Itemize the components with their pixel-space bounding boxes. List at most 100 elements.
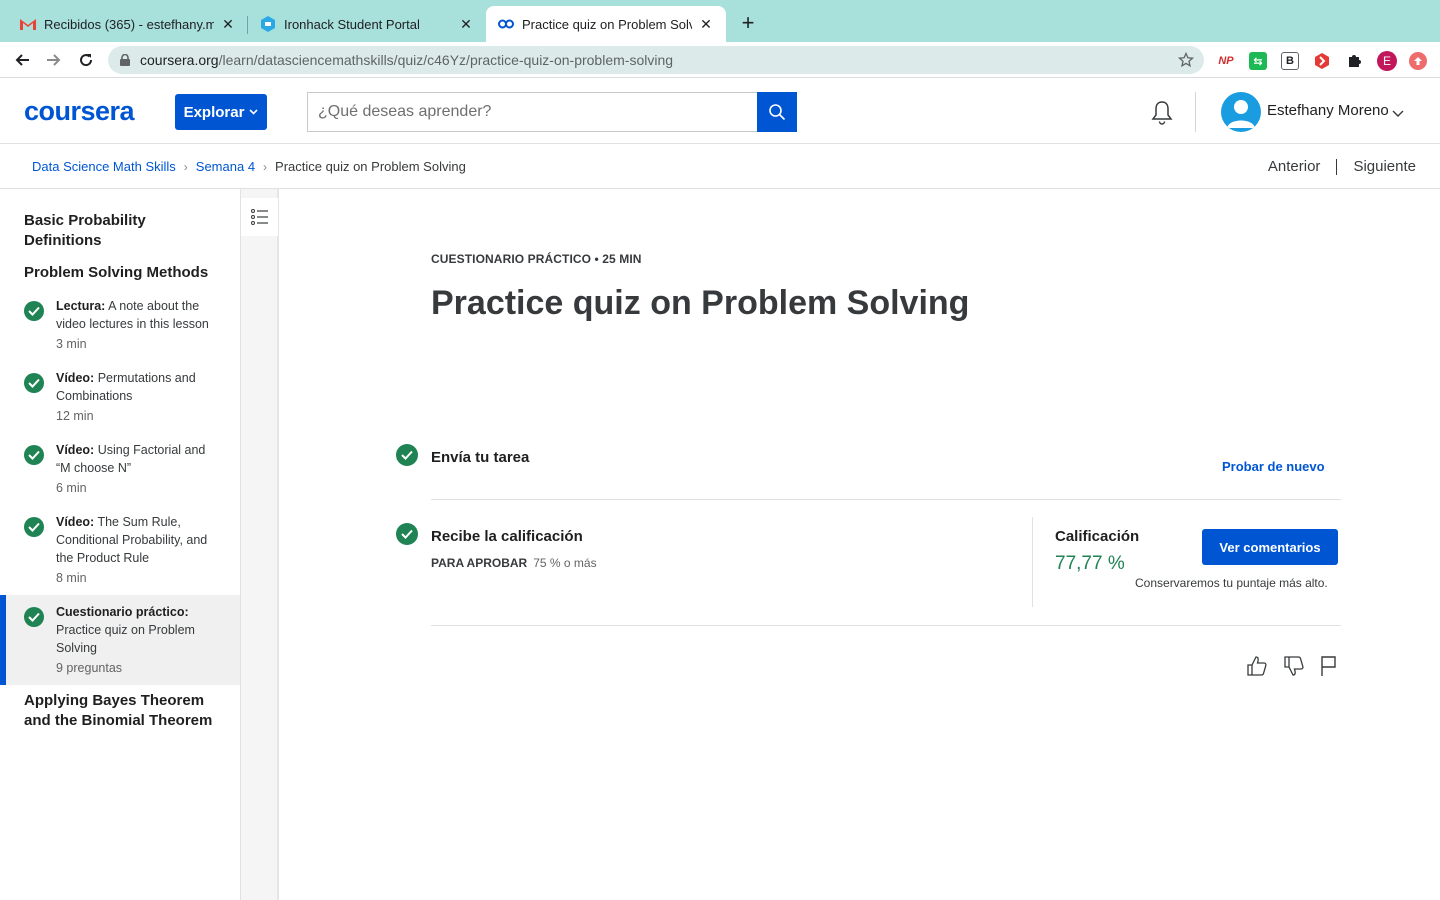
divider bbox=[431, 625, 1341, 626]
update-icon[interactable] bbox=[1409, 52, 1427, 70]
item-duration: 12 min bbox=[56, 409, 94, 423]
check-circle-icon bbox=[24, 445, 44, 465]
extensions-puzzle-icon[interactable] bbox=[1345, 52, 1363, 70]
pass-value: 75 % o más bbox=[533, 556, 597, 570]
extension-b-icon[interactable]: B bbox=[1281, 52, 1299, 70]
header-divider bbox=[1195, 92, 1196, 132]
breadcrumb-current: Practice quiz on Problem Solving bbox=[275, 159, 466, 174]
search-input[interactable]: ¿Qué deseas aprender? bbox=[307, 92, 758, 132]
user-avatar[interactable] bbox=[1221, 92, 1261, 132]
sidebar-section-bayes[interactable]: Applying Bayes Theorem and the Binomial … bbox=[24, 691, 224, 731]
chevron-right-icon: › bbox=[263, 159, 268, 174]
extension-red-icon[interactable] bbox=[1313, 52, 1331, 70]
item-title: Practice quiz on Problem Solving bbox=[56, 623, 195, 655]
profile-avatar-icon[interactable]: E bbox=[1377, 51, 1397, 71]
gmail-icon bbox=[20, 16, 36, 32]
sidebar-rail bbox=[241, 189, 279, 900]
address-bar[interactable]: coursera.org/learn/datasciencemathskills… bbox=[108, 46, 1204, 74]
item-type: Vídeo: bbox=[56, 371, 95, 385]
item-duration: 9 preguntas bbox=[56, 661, 123, 675]
quiz-kicker: CUESTIONARIO PRÁCTICO • 25 MIN bbox=[431, 252, 642, 266]
passing-requirement: PARA APROBAR 75 % o más bbox=[431, 556, 597, 570]
reload-icon[interactable] bbox=[74, 48, 98, 72]
sidebar-section-problem-solving[interactable]: Problem Solving Methods bbox=[24, 263, 224, 283]
lock-icon bbox=[120, 54, 130, 66]
search-placeholder: ¿Qué deseas aprender? bbox=[318, 103, 492, 120]
item-type: Vídeo: bbox=[56, 515, 95, 529]
back-arrow-icon[interactable] bbox=[10, 48, 34, 72]
item-duration: 8 min bbox=[56, 571, 87, 585]
grade-label: Calificación bbox=[1055, 528, 1140, 545]
explore-button[interactable]: Explorar bbox=[175, 94, 267, 130]
ironhack-icon bbox=[260, 16, 276, 32]
active-indicator bbox=[0, 595, 6, 685]
browser-tabbar: Recibidos (365) - estefhany.m ✕ Ironhack… bbox=[0, 0, 1440, 42]
breadcrumb-week[interactable]: Semana 4 bbox=[196, 159, 255, 174]
breadcrumb-course[interactable]: Data Science Math Skills bbox=[32, 159, 176, 174]
previous-link[interactable]: Anterior bbox=[1268, 158, 1321, 175]
chevron-right-icon: › bbox=[183, 159, 188, 174]
user-name[interactable]: Estefhany Moreno bbox=[1267, 102, 1389, 119]
flag-icon[interactable] bbox=[1316, 654, 1340, 678]
thumbs-down-icon[interactable] bbox=[1282, 654, 1306, 678]
item-type: Vídeo: bbox=[56, 443, 95, 457]
item-duration: 3 min bbox=[56, 337, 87, 351]
chevron-down-icon bbox=[249, 109, 258, 115]
browser-tab-ironhack[interactable]: Ironhack Student Portal ✕ bbox=[248, 6, 486, 42]
coursera-logo[interactable]: coursera bbox=[24, 96, 135, 127]
browser-toolbar: coursera.org/learn/datasciencemathskills… bbox=[0, 42, 1440, 78]
close-tab-icon[interactable]: ✕ bbox=[458, 16, 474, 33]
divider bbox=[431, 499, 1341, 500]
view-feedback-button[interactable]: Ver comentarios bbox=[1202, 529, 1338, 565]
next-link[interactable]: Siguiente bbox=[1353, 158, 1416, 175]
sidebar-item-practice-quiz[interactable]: Cuestionario práctico: Practice quiz on … bbox=[0, 595, 240, 685]
close-tab-icon[interactable]: ✕ bbox=[698, 16, 714, 33]
check-circle-icon bbox=[396, 523, 418, 545]
tab-title: Practice quiz on Problem Solvin bbox=[522, 16, 692, 32]
item-type: Cuestionario práctico: bbox=[56, 605, 189, 619]
sidebar-item-video[interactable]: Vídeo: The Sum Rule, Conditional Probabi… bbox=[0, 513, 240, 591]
check-circle-icon bbox=[24, 301, 44, 321]
submit-step-title: Envía tu tarea bbox=[431, 449, 530, 466]
site-header: coursera Explorar ¿Qué deseas aprender? … bbox=[0, 78, 1440, 144]
collapse-menu-button[interactable] bbox=[241, 198, 278, 236]
browser-tab-coursera[interactable]: Practice quiz on Problem Solvin ✕ bbox=[486, 6, 726, 42]
check-circle-icon bbox=[24, 607, 44, 627]
sidebar-item-reading[interactable]: Lectura: A note about the video lectures… bbox=[0, 297, 240, 357]
tab-title: Recibidos (365) - estefhany.m bbox=[44, 16, 214, 32]
grade-step-title: Recibe la calificación bbox=[431, 528, 583, 545]
coursera-icon bbox=[498, 16, 514, 32]
notifications-bell-icon[interactable] bbox=[1150, 100, 1174, 131]
url-host: coursera.org bbox=[140, 52, 219, 68]
thumbs-up-icon[interactable] bbox=[1245, 654, 1269, 678]
sidebar-item-video[interactable]: Vídeo: Using Factorial and “M choose N” 6… bbox=[0, 441, 240, 501]
sidebar-section-basic-probability[interactable]: Basic Probability Definitions bbox=[24, 211, 224, 251]
close-tab-icon[interactable]: ✕ bbox=[220, 16, 236, 33]
grade-divider bbox=[1032, 517, 1033, 607]
forward-arrow-icon[interactable] bbox=[42, 48, 66, 72]
list-icon bbox=[250, 209, 268, 225]
page-title: Practice quiz on Problem Solving bbox=[431, 284, 970, 322]
check-circle-icon bbox=[24, 517, 44, 537]
item-duration: 6 min bbox=[56, 481, 87, 495]
pass-label: PARA APROBAR bbox=[431, 556, 528, 570]
breadcrumb-bar: Data Science Math Skills › Semana 4 › Pr… bbox=[0, 144, 1440, 189]
extension-np-icon[interactable]: NP bbox=[1217, 52, 1235, 70]
course-sidebar: Basic Probability Definitions Problem So… bbox=[0, 189, 241, 900]
explore-label: Explorar bbox=[183, 103, 245, 121]
browser-tab-gmail[interactable]: Recibidos (365) - estefhany.m ✕ bbox=[8, 6, 248, 42]
prev-next-nav: Anterior Siguiente bbox=[1268, 158, 1416, 175]
search-button[interactable] bbox=[757, 92, 797, 132]
tab-title: Ironhack Student Portal bbox=[284, 16, 420, 32]
url-path: /learn/datasciencemathskills/quiz/c46Yz/… bbox=[218, 52, 674, 68]
bookmark-star-icon[interactable] bbox=[1177, 51, 1195, 71]
extension-green-icon[interactable]: ⇆ bbox=[1249, 52, 1267, 70]
new-tab-icon[interactable]: + bbox=[736, 12, 760, 36]
item-type: Lectura: bbox=[56, 299, 106, 313]
retry-link[interactable]: Probar de nuevo bbox=[1222, 459, 1325, 474]
chevron-down-icon[interactable] bbox=[1392, 105, 1404, 123]
check-circle-icon bbox=[24, 373, 44, 393]
sidebar-item-video[interactable]: Vídeo: Permutations and Combinations 12 m… bbox=[0, 369, 240, 429]
grade-value: 77,77 % bbox=[1055, 553, 1125, 574]
breadcrumb: Data Science Math Skills › Semana 4 › Pr… bbox=[32, 159, 466, 174]
